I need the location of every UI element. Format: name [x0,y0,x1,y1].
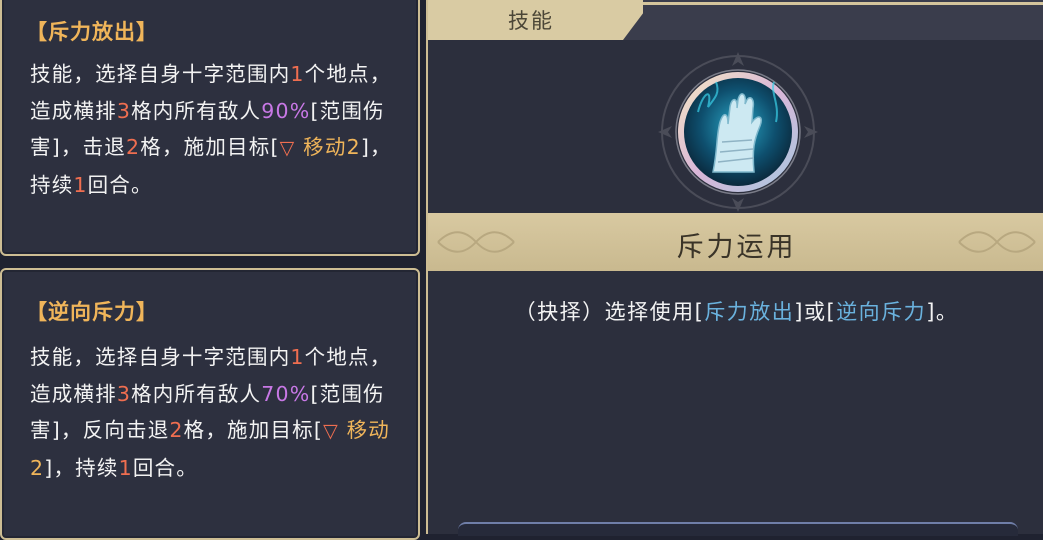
tab-divider [628,2,1043,5]
highlight-number: 2 [126,135,141,159]
tooltip-title: 【斥力放出】 [26,20,158,44]
skill-description: （抉择）选择使用[斥力放出]或[逆向斥力]。 [428,296,1043,326]
text-segment: 技能，选择自身十字范围内 [30,62,291,86]
highlight-number: 1 [290,62,305,86]
highlight-number: 2 [169,418,184,442]
skill-tooltip-reverse-repulse: 【逆向斥力】 技能，选择自身十字范围内1个地点，造成横排3格内所有敌人70%[范… [0,268,420,540]
tooltip-description: 技能，选择自身十字范围内1个地点，造成横排3格内所有敌人90%[范围伤害]，击退… [30,56,410,203]
effect-name: 移动2 [295,135,361,159]
tooltip-title: 【逆向斥力】 [26,300,158,324]
highlight-number: 3 [116,381,132,406]
highlight-number: 1 [73,172,88,197]
debuff-triangle-icon: ▽ [279,137,296,159]
tab-skill-label: 技能 [508,9,554,33]
highlight-number: 1 [290,345,305,369]
link-reverse-repulse[interactable]: 逆向斥力 [836,300,926,324]
text-segment: 格内所有敌人 [131,381,262,406]
desc-suffix: ]。 [926,300,959,324]
highlight-number: 3 [116,98,132,123]
damage-percent: 70% [261,381,311,406]
blue-flame-hand-icon [658,52,818,212]
desc-prefix: （抉择）选择使用[ [514,300,705,324]
skill-name: 斥力运用 [676,232,797,263]
damage-percent: 90% [261,98,311,123]
text-segment: 格，施加目标[ [183,418,324,442]
skill-detail-panel: 技能 斥力运用 （抉择）选择使用[斥力放出]或[逆向斥力]。 [426,0,1043,536]
tooltip-description: 技能，选择自身十字范围内1个地点，造成横排3格内所有敌人70%[范围伤害]，反向… [30,339,410,486]
highlight-number: 1 [118,455,133,480]
text-segment: 回合。 [87,172,153,197]
skill-tooltip-repulse: 【斥力放出】 技能，选择自身十字范围内1个地点，造成横排3格内所有敌人90%[范… [0,0,420,256]
skill-name-banner: 斥力运用 [428,213,1043,271]
desc-middle: ]或[ [794,300,837,324]
text-segment: 格内所有敌人 [131,98,262,123]
text-segment: 回合。 [132,455,198,480]
link-repulse[interactable]: 斥力放出 [704,300,794,324]
debuff-triangle-icon: ▽ [323,420,339,442]
text-segment: 格，施加目标[ [140,135,280,159]
text-segment: 技能，选择自身十字范围内 [30,345,291,369]
text-segment: ]，持续 [44,455,119,480]
